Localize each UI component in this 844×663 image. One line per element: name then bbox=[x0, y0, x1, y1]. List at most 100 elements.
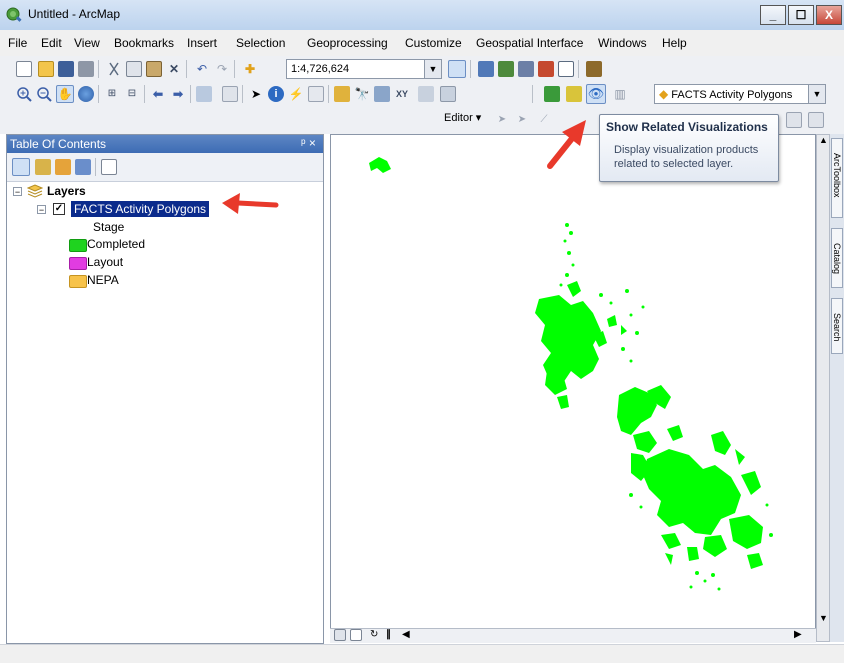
go-to-xy-icon[interactable]: XY bbox=[394, 86, 410, 102]
menu-bookmarks[interactable]: Bookmarks bbox=[114, 36, 174, 50]
scale-combo[interactable]: 1:4,726,624 ▼ bbox=[286, 59, 442, 79]
new-document-icon[interactable] bbox=[16, 61, 32, 77]
pan-hand-icon[interactable]: ✋ bbox=[56, 85, 74, 103]
redo-icon[interactable]: ↷ bbox=[214, 61, 230, 77]
identify-icon[interactable]: i bbox=[268, 86, 284, 102]
sketch-properties-icon[interactable] bbox=[808, 112, 824, 128]
menu-selection[interactable]: Selection bbox=[236, 36, 285, 50]
standard-toolbar: ✕ ↶ ↷ ✚ 1:4,726,624 ▼ bbox=[0, 56, 844, 82]
python-window-icon[interactable] bbox=[558, 61, 574, 77]
chevron-down-icon[interactable]: ▼ bbox=[424, 60, 441, 78]
layout-view-icon[interactable] bbox=[350, 629, 362, 641]
edit-tool-icon[interactable]: ➤ bbox=[494, 112, 510, 128]
fixed-zoom-in-icon[interactable]: ⊞ bbox=[104, 86, 120, 102]
paste-icon[interactable] bbox=[146, 61, 162, 77]
html-popup-icon[interactable] bbox=[308, 86, 324, 102]
hyperlink-icon[interactable]: ⚡ bbox=[288, 86, 304, 102]
facts-layer-label[interactable]: FACTS Activity Polygons bbox=[71, 201, 210, 217]
minimize-button[interactable]: _ bbox=[760, 5, 786, 25]
edit-annotation-icon[interactable]: ➤ bbox=[514, 112, 530, 128]
editor-menu[interactable]: Editor ▾ bbox=[444, 111, 481, 124]
arctoolbox-dock-tab[interactable]: ArcToolbox bbox=[831, 138, 843, 218]
menu-geoprocessing[interactable]: Geoprocessing bbox=[307, 36, 388, 50]
time-slider-icon[interactable] bbox=[418, 86, 434, 102]
map-bottom-bar: ↻ ∥ ◀ ▶ bbox=[330, 628, 816, 643]
copy-icon[interactable] bbox=[126, 61, 142, 77]
maximize-button[interactable]: ☐ bbox=[788, 5, 814, 25]
find-route-icon[interactable] bbox=[374, 86, 390, 102]
menu-windows[interactable]: Windows bbox=[598, 36, 647, 50]
back-extent-icon[interactable]: ⬅ bbox=[150, 86, 166, 102]
layers-root-label[interactable]: Layers bbox=[47, 184, 86, 198]
tooltip-title: Show Related Visualizations bbox=[606, 120, 768, 134]
add-data-icon[interactable]: ✚ bbox=[242, 61, 258, 77]
menu-edit[interactable]: Edit bbox=[41, 36, 62, 50]
scroll-up-icon[interactable]: ▲ bbox=[819, 135, 828, 145]
layer-dropdown-value: FACTS Activity Polygons bbox=[671, 89, 793, 101]
scroll-right-icon[interactable]: ▶ bbox=[794, 629, 802, 640]
menu-file[interactable]: File bbox=[8, 36, 27, 50]
list-by-drawing-order-icon[interactable] bbox=[12, 158, 30, 176]
menu-geospatial-interface[interactable]: Geospatial Interface bbox=[476, 36, 583, 50]
forward-extent-icon[interactable]: ➡ bbox=[170, 86, 186, 102]
search-window-icon[interactable] bbox=[518, 61, 534, 77]
select-elements-icon[interactable]: ➤ bbox=[248, 86, 264, 102]
cut-icon[interactable] bbox=[106, 61, 122, 77]
refresh-icon[interactable]: ↻ bbox=[370, 629, 378, 640]
chevron-down-icon[interactable]: ▼ bbox=[808, 85, 825, 103]
pause-icon[interactable]: ∥ bbox=[386, 629, 391, 640]
legend-nepa-label: NEPA bbox=[87, 273, 119, 287]
toc-pin-close[interactable]: ᵖ × bbox=[301, 136, 316, 150]
title-bar: Untitled - ArcMap _ ☐ X bbox=[0, 0, 844, 31]
delete-icon[interactable]: ✕ bbox=[166, 61, 182, 77]
map-view[interactable] bbox=[330, 134, 816, 642]
window-title: Untitled - ArcMap bbox=[28, 7, 121, 21]
gi-tool-green-icon[interactable] bbox=[544, 86, 560, 102]
select-features-icon[interactable] bbox=[196, 86, 212, 102]
menu-view[interactable]: View bbox=[74, 36, 100, 50]
print-icon[interactable] bbox=[78, 61, 94, 77]
layer-dropdown[interactable]: ◆ FACTS Activity Polygons ▼ bbox=[654, 84, 826, 104]
layers-stack-icon bbox=[26, 184, 44, 198]
model-builder-icon[interactable] bbox=[586, 61, 602, 77]
layers-expander[interactable]: − bbox=[13, 187, 22, 197]
scroll-down-icon[interactable]: ▼ bbox=[819, 613, 828, 623]
catalog-dock-tab[interactable]: Catalog bbox=[831, 228, 843, 288]
save-icon[interactable] bbox=[58, 61, 74, 77]
table-icon[interactable] bbox=[478, 61, 494, 77]
toc-title: Table Of Contents bbox=[10, 137, 107, 151]
measure-icon[interactable] bbox=[334, 86, 350, 102]
list-by-visibility-icon[interactable] bbox=[55, 159, 71, 175]
gi-table-icon[interactable]: ▥ bbox=[612, 86, 628, 102]
list-by-selection-icon[interactable] bbox=[75, 159, 91, 175]
list-by-source-icon[interactable] bbox=[35, 159, 51, 175]
zoom-in-icon[interactable] bbox=[16, 86, 32, 102]
facts-layer-checkbox[interactable]: ✓ bbox=[53, 203, 65, 215]
fixed-zoom-out-icon[interactable]: ⊟ bbox=[124, 86, 140, 102]
toc-options-icon[interactable] bbox=[101, 159, 117, 175]
layer-icon: ◆ bbox=[659, 87, 669, 101]
show-related-visualizations-icon[interactable]: 👁 bbox=[586, 84, 606, 104]
gi-tool-yellow-icon[interactable] bbox=[566, 86, 582, 102]
close-button[interactable]: X bbox=[816, 5, 842, 25]
data-view-icon[interactable] bbox=[334, 629, 346, 641]
facts-layer-expander[interactable]: − bbox=[37, 205, 46, 215]
editor-toolbar-icon[interactable] bbox=[448, 60, 466, 78]
map-vertical-scrollbar[interactable]: ▲ ▼ bbox=[816, 134, 830, 642]
scroll-left-icon[interactable]: ◀ bbox=[402, 629, 410, 640]
annotation-arrow-left bbox=[222, 193, 279, 214]
open-folder-icon[interactable] bbox=[38, 61, 54, 77]
viewer-window-icon[interactable] bbox=[440, 86, 456, 102]
clear-selection-icon[interactable] bbox=[222, 86, 238, 102]
search-dock-tab[interactable]: Search bbox=[831, 298, 843, 354]
find-binoculars-icon[interactable]: 🔭 bbox=[354, 86, 370, 102]
catalog-icon[interactable] bbox=[498, 61, 514, 77]
menu-customize[interactable]: Customize bbox=[405, 36, 462, 50]
full-extent-icon[interactable] bbox=[78, 86, 94, 102]
arctoolbox-icon[interactable] bbox=[538, 61, 554, 77]
menu-help[interactable]: Help bbox=[662, 36, 687, 50]
attributes-icon[interactable] bbox=[786, 112, 802, 128]
zoom-out-icon[interactable] bbox=[36, 86, 52, 102]
undo-icon[interactable]: ↶ bbox=[194, 61, 210, 77]
menu-insert[interactable]: Insert bbox=[187, 36, 217, 50]
